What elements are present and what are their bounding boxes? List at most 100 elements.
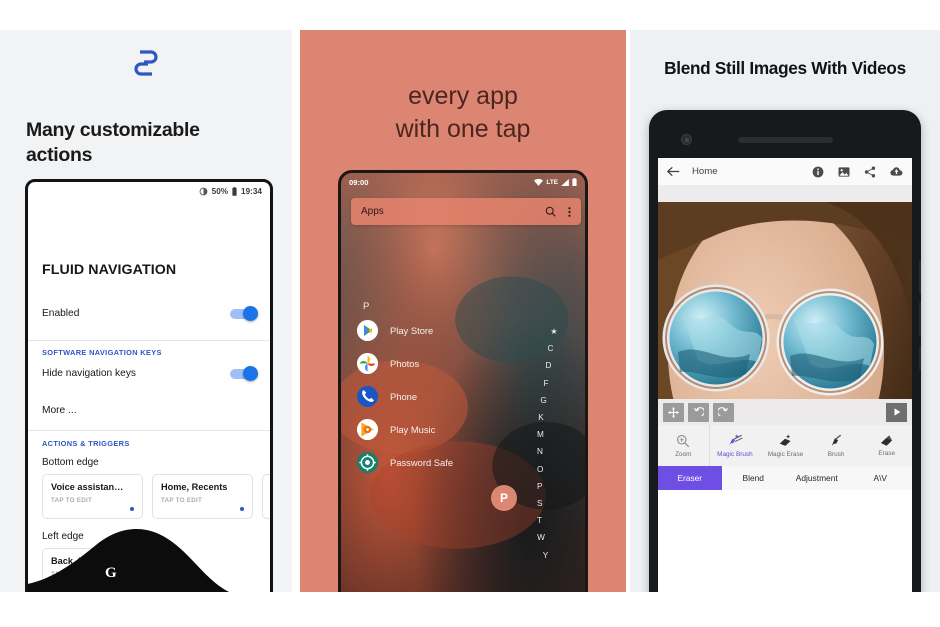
redo-icon[interactable] — [713, 402, 734, 422]
app-list-section: P Play Store Photos Phone Play Music Pas… — [357, 301, 537, 476]
erase-icon — [881, 435, 893, 446]
tool-label: Zoom — [675, 450, 692, 458]
app-search-bar[interactable]: Apps — [351, 198, 581, 225]
panel1-enabled-toggle[interactable] — [230, 306, 258, 321]
editor-title: Home — [692, 166, 718, 177]
panel1-phone-mockup: 50% 19:34 FLUID NAVIGATION Enabled SOFTW… — [25, 179, 273, 592]
volume-up-button[interactable] — [919, 260, 921, 294]
battery-icon — [572, 178, 577, 186]
play-icon[interactable] — [886, 402, 907, 422]
toggle-knob — [243, 306, 258, 321]
tab-adjustment[interactable]: Adjustment — [785, 466, 849, 490]
action-card-title: Home, Recents — [161, 482, 228, 492]
app-name: Password Safe — [390, 456, 454, 468]
power-button[interactable] — [919, 346, 921, 370]
tab-av[interactable]: A\V — [848, 466, 912, 490]
app-list: Play Store Photos Phone Play Music Passw… — [357, 316, 537, 476]
scroller-letter[interactable]: D — [537, 362, 560, 370]
panel1-row-enabled-label: Enabled — [42, 308, 80, 319]
panel1-bottom-edge-cards: Voice assistan… TAP TO EDIT Home, Recent… — [42, 474, 273, 519]
panel1-row-more-label: More ... — [42, 405, 77, 416]
panel1-row-enabled[interactable]: Enabled — [28, 306, 270, 321]
image-icon[interactable] — [838, 166, 850, 178]
panel-fluid-navigation: Many customizable actions 50% 19:34 FLUI… — [0, 30, 292, 592]
panel1-row-hide-nav-keys[interactable]: Hide navigation keys — [28, 366, 270, 381]
battery-percent-label: 50% — [211, 186, 229, 196]
list-item[interactable]: Play Music — [357, 415, 537, 443]
list-item[interactable]: Phone — [357, 382, 537, 410]
action-card[interactable]: No TAP — [262, 474, 273, 519]
search-icon[interactable] — [545, 206, 556, 217]
editor-photo-canvas[interactable]: Zoom Magic Brush Magic Erase Brush Erase… — [658, 202, 912, 490]
app-name: Photos — [390, 357, 420, 369]
gesture-overlay — [28, 529, 230, 592]
back-arrow-icon[interactable] — [667, 166, 680, 177]
editor-tools-row: Zoom Magic Brush Magic Erase Brush Erase — [658, 425, 912, 466]
tool-magic-brush[interactable]: Magic Brush — [710, 425, 761, 466]
list-item[interactable]: Play Store — [357, 316, 537, 344]
scroller-letter[interactable]: K — [537, 413, 545, 422]
panel2-clock-label: 09:00 — [349, 177, 369, 187]
tool-label: Magic Brush — [717, 450, 753, 458]
panel3-headline: Blend Still Images With Videos — [664, 58, 906, 78]
panel-photo-editor: Blend Still Images With Videos Home Zoom… — [630, 30, 940, 592]
list-item[interactable]: Password Safe — [357, 448, 537, 476]
scroller-letter[interactable]: C — [537, 344, 564, 353]
scroller-letter[interactable]: ★ — [537, 327, 571, 336]
editor-undo-bar — [658, 399, 912, 425]
panel1-hide-nav-toggle[interactable] — [230, 366, 258, 381]
tool-label: Magic Erase — [767, 450, 804, 458]
panel2-status-icons: LTE — [534, 178, 577, 186]
action-card-title: No — [271, 482, 273, 492]
editor-toolbar: Zoom Magic Brush Magic Erase Brush Erase… — [658, 399, 912, 490]
action-card-dot — [240, 507, 244, 511]
action-card[interactable]: Voice assistan… TAP TO EDIT — [42, 474, 143, 519]
info-icon[interactable] — [812, 166, 824, 178]
panel1-headline: Many customizable actions — [26, 118, 266, 168]
action-card-dot — [130, 507, 134, 511]
earpiece-speaker — [738, 137, 833, 143]
tool-erase[interactable]: Erase — [861, 425, 912, 466]
editor-app-bar: Home — [658, 158, 912, 185]
action-card-subtitle: TAP TO EDIT — [161, 497, 203, 504]
tab-blend[interactable]: Blend — [721, 466, 785, 490]
tool-zoom[interactable]: Zoom — [658, 425, 710, 466]
share-icon[interactable] — [864, 166, 876, 178]
panel2-headline: every app with one tap — [300, 80, 626, 146]
panel1-bottom-edge-label: Bottom edge — [42, 457, 99, 468]
tool-magic-erase[interactable]: Magic Erase — [760, 425, 811, 466]
panel3-phone-mockup: Home Zoom Magic Brush Magic Erase Brush … — [649, 110, 921, 592]
screenshot-stage: Many customizable actions 50% 19:34 FLUI… — [0, 0, 940, 627]
scroller-letter[interactable]: W — [537, 534, 545, 542]
panel1-row-hide-nav-keys-label: Hide navigation keys — [42, 368, 137, 379]
volume-down-button[interactable] — [919, 302, 921, 336]
network-type-label: LTE — [546, 178, 558, 186]
panel3-screen: Home Zoom Magic Brush Magic Erase Brush … — [658, 158, 912, 592]
scroller-letter[interactable]: Y — [537, 551, 554, 560]
tool-label: Brush — [827, 450, 845, 458]
divider — [28, 340, 270, 341]
editor-sub-bar — [658, 185, 912, 202]
play-music-icon — [357, 418, 378, 440]
app-name: Play Store — [390, 324, 434, 336]
cloud-upload-icon[interactable] — [890, 166, 903, 177]
scroller-letter[interactable]: F — [537, 379, 555, 388]
zoom-icon — [677, 434, 690, 447]
fluid-navigation-logo — [134, 50, 158, 76]
list-item[interactable]: Photos — [357, 349, 537, 377]
tab-eraser[interactable]: Eraser — [658, 466, 722, 490]
action-card[interactable]: Home, Recents TAP TO EDIT — [152, 474, 253, 519]
tool-brush[interactable]: Brush — [811, 425, 862, 466]
scroller-letter[interactable]: G — [537, 396, 550, 405]
scroller-selected-bubble: P — [491, 485, 517, 511]
panel1-row-more[interactable]: More ... — [28, 405, 270, 416]
move-icon[interactable] — [663, 402, 684, 422]
overflow-menu-icon[interactable] — [568, 206, 571, 218]
app-search-input[interactable]: Apps — [361, 206, 545, 217]
alphabet-scroller[interactable]: ★ C D F G K M N O P S T W Y — [537, 327, 571, 569]
editor-tabs: Eraser Blend Adjustment A\V — [658, 466, 912, 490]
scroller-letter[interactable]: M — [537, 431, 544, 439]
panel2-headline-line2: with one tap — [395, 115, 531, 143]
panel1-section-software: SOFTWARE NAVIGATION KEYS — [42, 348, 162, 357]
undo-icon[interactable] — [688, 402, 709, 422]
